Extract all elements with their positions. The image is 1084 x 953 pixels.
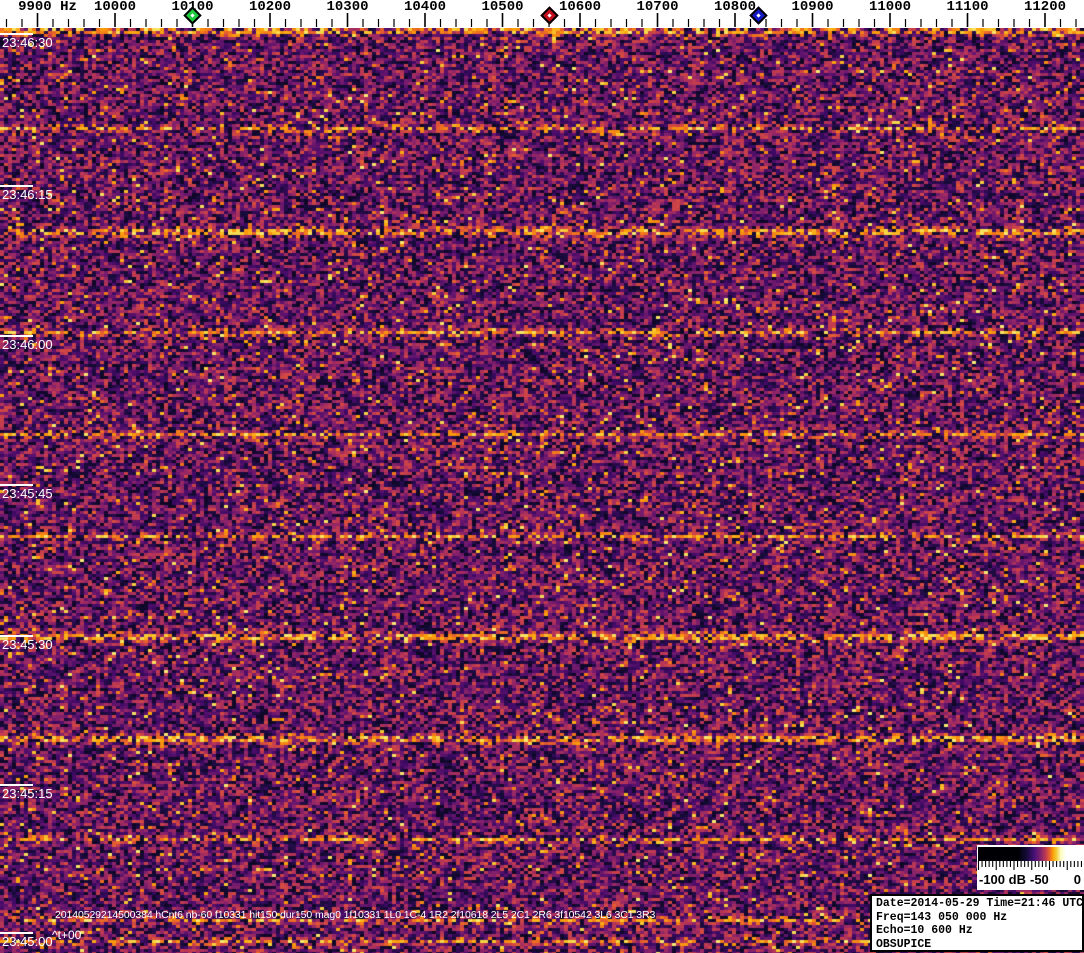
time-axis-label: 23:45:00 <box>2 934 53 949</box>
spectrogram-canvas <box>0 28 1084 953</box>
spectrogram-window: 9900 Hz100001010010200103001040010500106… <box>0 0 1084 953</box>
colorbar-label-max: 0 <box>1073 872 1081 887</box>
freq-axis-label: 10300 <box>326 0 369 15</box>
freq-axis-label: 9900 Hz <box>18 0 77 15</box>
freq-axis-label: 11100 <box>946 0 989 15</box>
colorbar-gradient <box>978 847 1084 861</box>
time-axis-label: 23:45:45 <box>2 486 53 501</box>
freq-axis-label: 10700 <box>636 0 679 15</box>
time-axis-label: 23:46:00 <box>2 337 53 352</box>
time-axis-label: 23:45:15 <box>2 786 53 801</box>
info-line-echo: Echo=10 600 Hz <box>876 924 973 937</box>
time-cursor-label: ^t+00 <box>52 928 82 942</box>
info-line-station: OBSUPICE <box>876 937 932 951</box>
freq-axis-label: 10400 <box>403 0 447 15</box>
time-axis-label: 23:46:15 <box>2 187 53 202</box>
colorbar-label-min: -100 dB <box>979 872 1026 887</box>
time-axis-label: 23:45:30 <box>2 637 53 652</box>
freq-axis-label: 10000 <box>93 0 137 15</box>
frequency-axis: 9900 Hz100001010010200103001040010500106… <box>0 0 1084 28</box>
freq-axis-label: 10500 <box>481 0 524 15</box>
detection-info-text: 20140529214500384 hCnt6 nb-60 f10331 hit… <box>55 909 656 921</box>
colorbar-label-mid: -50 <box>1030 872 1049 887</box>
freq-axis-label: 10600 <box>558 0 602 15</box>
marker-center-dot <box>190 13 195 18</box>
freq-axis-label: 11200 <box>1023 0 1067 15</box>
marker-center-dot <box>756 13 761 18</box>
colorbar-ruler-ticks <box>977 861 1082 870</box>
freq-axis-label: 11000 <box>868 0 912 15</box>
colorbar: -100 dB -50 0 <box>977 845 1084 890</box>
marker-center-dot <box>546 13 552 18</box>
freq-axis-label: 10900 <box>791 0 834 15</box>
time-axis-label: 23:46:30 <box>2 35 53 50</box>
observation-info-box: Date=2014-05-29 Time=21:46 UTC Freq=143 … <box>870 894 1084 952</box>
info-line-frequency: Freq=143 050 000 Hz <box>876 910 1008 924</box>
freq-axis-label: 10800 <box>713 0 757 15</box>
freq-axis-label: 10200 <box>248 0 292 15</box>
info-line-date-time: Date=2014-05-29 Time=21:46 UTC <box>876 897 1084 910</box>
